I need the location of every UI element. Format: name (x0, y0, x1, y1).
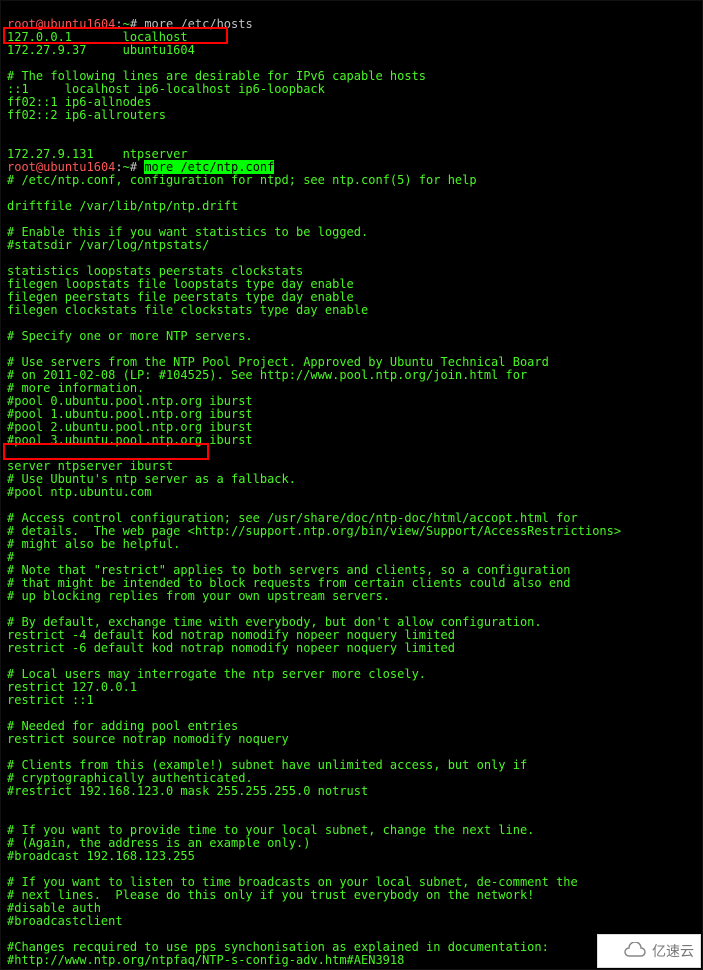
ntp-line: #pool 2.ubuntu.pool.ntp.org iburst (7, 420, 253, 434)
ntp-line: #broadcastclient (7, 914, 123, 928)
terminal-window[interactable]: root@ubuntu1604:~# more /etc/hosts 127.0… (0, 0, 703, 970)
ntp-line: # cryptographically authenticated. (7, 771, 253, 785)
command-more-ntpconf: more /etc/ntp.conf (144, 160, 274, 174)
ntp-line: #pool 1.ubuntu.pool.ntp.org iburst (7, 407, 253, 421)
ntp-line: # (Again, the address is an example only… (7, 836, 310, 850)
ntp-line: restrict -6 default kod notrap nomodify … (7, 641, 455, 655)
ntp-line: # Clients from this (example!) subnet ha… (7, 758, 527, 772)
hosts-line: # The following lines are desirable for … (7, 69, 426, 83)
prompt-symbol: # (130, 160, 137, 174)
ntp-line: # By default, exchange time with everybo… (7, 615, 542, 629)
ntp-line: #pool 3.ubuntu.pool.ntp.org iburst (7, 433, 253, 447)
watermark-text: 亿速云 (652, 941, 694, 961)
ntp-line: #broadcast 192.168.123.255 (7, 849, 195, 863)
ntp-line: # Use Ubuntu's ntp server as a fallback. (7, 472, 296, 486)
ntp-line: # If you want to listen to time broadcas… (7, 875, 578, 889)
ntp-line: # might also be helpful. (7, 537, 180, 551)
ntp-line-highlight: server ntpserver iburst (7, 459, 173, 473)
ntp-line: # Enable this if you want statistics to … (7, 225, 368, 239)
hosts-line: 127.0.0.1 localhost (7, 30, 188, 44)
ntp-line: restrict ::1 (7, 693, 94, 707)
hosts-line: ff02::2 ip6-allrouters (7, 108, 166, 122)
ntp-line: # up blocking replies from your own upst… (7, 589, 390, 603)
watermark-badge: 亿速云 (597, 934, 701, 968)
prompt-user: root (7, 17, 36, 31)
ntp-line: # on 2011-02-08 (LP: #104525). See http:… (7, 368, 527, 382)
ntp-line: filegen peerstats file peerstats type da… (7, 290, 354, 304)
ntp-line: #pool ntp.ubuntu.com (7, 485, 152, 499)
ntp-line: filegen clockstats file clockstats type … (7, 303, 368, 317)
ntp-line: #http://www.ntp.org/ntpfaq/NTP-s-config-… (7, 953, 404, 967)
ntp-line: statistics loopstats peerstats clockstat… (7, 264, 303, 278)
prompt-symbol: # (130, 17, 137, 31)
ntp-line: # Specify one or more NTP servers. (7, 329, 253, 343)
ntp-line: filegen loopstats file loopstats type da… (7, 277, 354, 291)
ntp-line: #statsdir /var/log/ntpstats/ (7, 238, 209, 252)
ntp-line: # that might be intended to block reques… (7, 576, 571, 590)
hosts-line-highlight: 172.27.9.37 ubuntu1604 (7, 43, 195, 57)
hosts-line: 172.27.9.131 ntpserver (7, 147, 188, 161)
ntp-line: # Note that "restrict" applies to both s… (7, 563, 571, 577)
prompt-user: root (7, 160, 36, 174)
ntp-line: # more information. (7, 381, 144, 395)
ntp-line: #disable auth (7, 901, 101, 915)
prompt-host: ubuntu1604 (43, 160, 115, 174)
ntp-line: # Use servers from the NTP Pool Project.… (7, 355, 549, 369)
ntp-line: # Access control configuration; see /usr… (7, 511, 578, 525)
ntp-line: # details. The web page <http://support.… (7, 524, 621, 538)
ntp-line: # If you want to provide time to your lo… (7, 823, 534, 837)
cloud-icon (622, 942, 648, 960)
ntp-line: #pool 0.ubuntu.pool.ntp.org iburst (7, 394, 253, 408)
ntp-line: # next lines. Please do this only if you… (7, 888, 534, 902)
ntp-line: #restrict 192.168.123.0 mask 255.255.255… (7, 784, 368, 798)
ntp-line: # /etc/ntp.conf, configuration for ntpd;… (7, 173, 477, 187)
ntp-line: # Needed for adding pool entries (7, 719, 238, 733)
hosts-line: ff02::1 ip6-allnodes (7, 95, 152, 109)
prompt-host: ubuntu1604 (43, 17, 115, 31)
prompt-path: ~ (123, 160, 130, 174)
prompt-path: ~ (123, 17, 130, 31)
ntp-line: restrict 127.0.0.1 (7, 680, 137, 694)
command-more-hosts: more /etc/hosts (144, 17, 252, 31)
ntp-line: restrict -4 default kod notrap nomodify … (7, 628, 455, 642)
hosts-line: ::1 localhost ip6-localhost ip6-loopback (7, 82, 325, 96)
ntp-line: #Changes recquired to use pps synchonisa… (7, 940, 549, 954)
ntp-line: # Local users may interrogate the ntp se… (7, 667, 426, 681)
ntp-line: driftfile /var/lib/ntp/ntp.drift (7, 199, 238, 213)
ntp-line: restrict source notrap nomodify noquery (7, 732, 289, 746)
ntp-line: # (7, 550, 14, 564)
